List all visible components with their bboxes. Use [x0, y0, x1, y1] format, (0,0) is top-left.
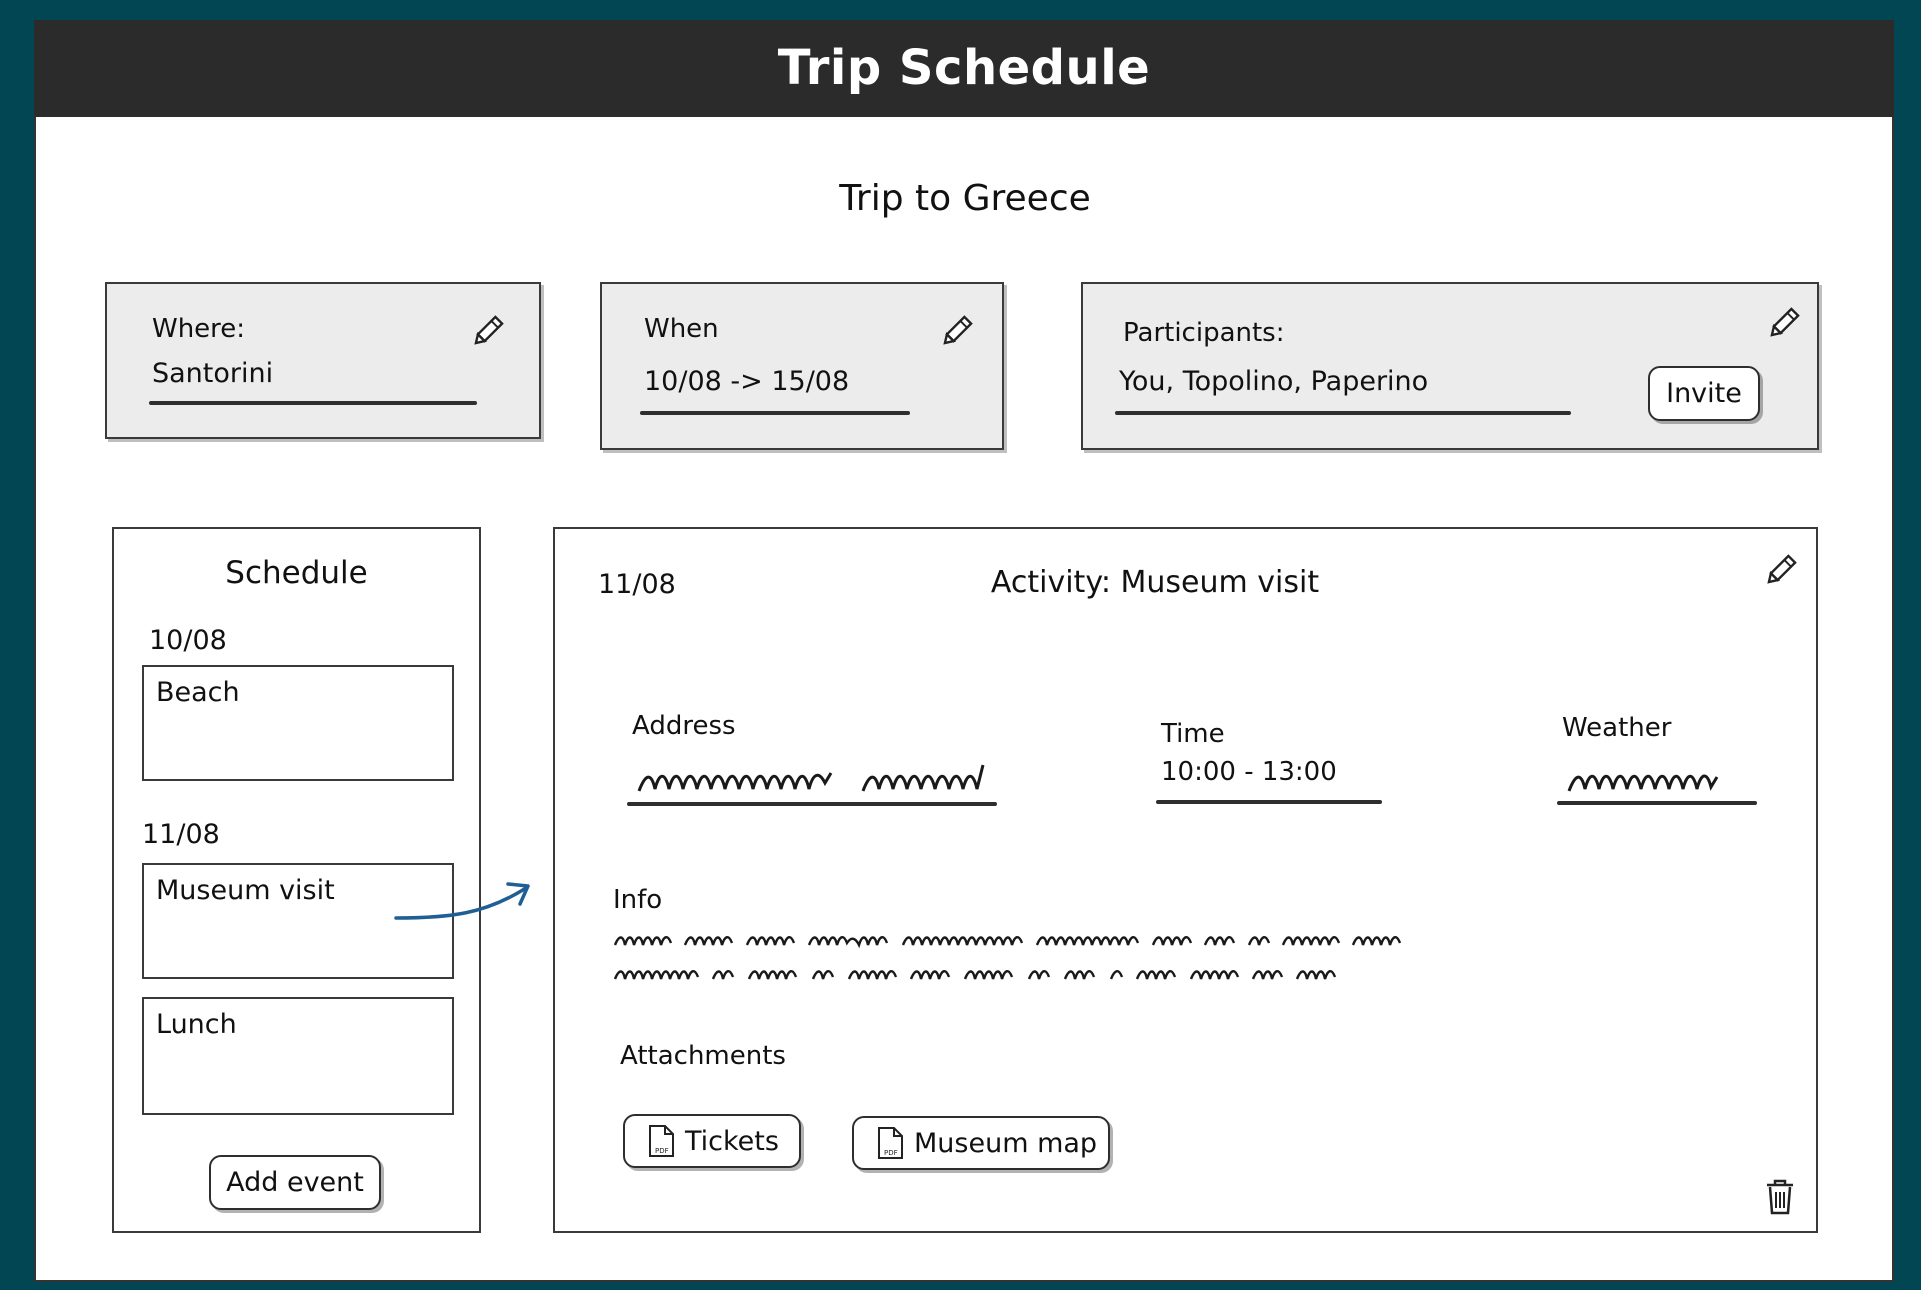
window-title: Trip Schedule	[34, 20, 1894, 117]
attachment-museum-map-label: Museum map	[914, 1127, 1098, 1159]
activity-title: Activity: Museum visit	[990, 565, 1320, 600]
address-scribble[interactable]	[635, 755, 1015, 799]
where-value[interactable]: Santorini	[152, 358, 273, 389]
delete-trash-icon[interactable]	[1763, 1177, 1797, 1217]
edit-where-pencil-icon[interactable]	[469, 312, 507, 350]
svg-text:PDF: PDF	[655, 1147, 669, 1155]
participants-label: Participants:	[1123, 318, 1285, 348]
participants-value[interactable]: You, Topolino, Paperino	[1119, 366, 1428, 397]
add-event-button[interactable]: Add event	[209, 1155, 381, 1210]
time-label: Time	[1161, 719, 1225, 749]
schedule-date-1: 10/08	[149, 625, 227, 656]
time-underline	[1156, 800, 1382, 804]
attachment-museum-map-button[interactable]: PDF Museum map	[852, 1116, 1110, 1170]
pdf-file-icon: PDF	[649, 1125, 674, 1157]
participants-card: Participants: You, Topolino, Paperino In…	[1081, 282, 1819, 450]
time-value[interactable]: 10:00 - 13:00	[1161, 757, 1337, 787]
when-label: When	[644, 314, 719, 344]
pdf-file-icon: PDF	[878, 1127, 903, 1159]
edit-participants-pencil-icon[interactable]	[1765, 304, 1803, 342]
when-card: When 10/08 -> 15/08	[600, 282, 1004, 450]
schedule-date-2: 11/08	[142, 819, 220, 850]
weather-label: Weather	[1562, 713, 1672, 743]
where-underline	[149, 401, 477, 405]
event-beach[interactable]: Beach	[142, 665, 454, 781]
selection-arrow-icon	[394, 882, 530, 920]
invite-button[interactable]: Invite	[1648, 366, 1760, 421]
address-underline	[627, 802, 997, 806]
event-lunch[interactable]: Lunch	[142, 997, 454, 1115]
attachments-label: Attachments	[620, 1041, 786, 1071]
attachment-tickets-button[interactable]: PDF Tickets	[623, 1114, 801, 1168]
address-label: Address	[632, 711, 736, 741]
where-label: Where:	[152, 314, 246, 344]
trip-title: Trip to Greece	[839, 178, 1091, 219]
edit-activity-pencil-icon[interactable]	[1762, 551, 1800, 589]
weather-scribble[interactable]	[1565, 755, 1735, 799]
svg-text:PDF: PDF	[884, 1149, 898, 1157]
when-value[interactable]: 10/08 -> 15/08	[644, 366, 849, 397]
where-card: Where: Santorini	[105, 282, 541, 439]
activity-panel: 11/08 Activity: Museum visit Address Tim…	[553, 527, 1818, 1233]
info-scribble-text[interactable]	[613, 925, 1713, 1015]
attachment-tickets-label: Tickets	[685, 1125, 779, 1157]
weather-underline	[1557, 801, 1757, 805]
when-underline	[640, 411, 910, 415]
info-label: Info	[613, 885, 663, 915]
schedule-title: Schedule	[225, 555, 368, 591]
edit-when-pencil-icon[interactable]	[938, 312, 976, 350]
participants-underline	[1115, 411, 1571, 415]
activity-date: 11/08	[598, 569, 676, 600]
